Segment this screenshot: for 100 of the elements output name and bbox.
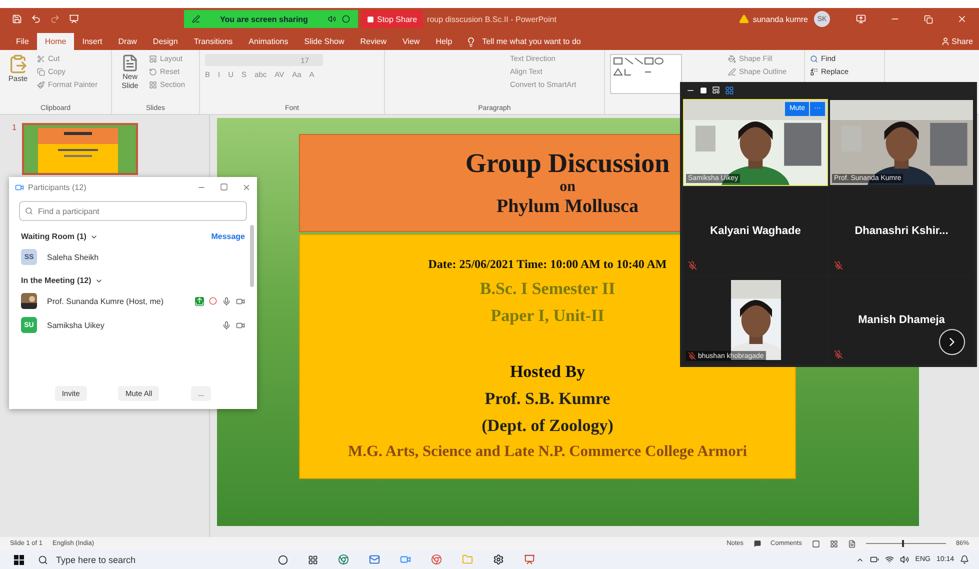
ribbon-tab[interactable]: Insert [74,33,110,50]
wifi-icon[interactable] [885,555,894,564]
grid-view-icon[interactable] [725,86,734,95]
slide-subtitle: on [560,179,576,196]
new-slide-icon[interactable] [121,54,139,72]
layout-icon [149,54,157,62]
lightbulb-icon [466,36,476,46]
video-tile[interactable]: Manish Dhameja [829,276,974,364]
slide-text: Hosted By [510,362,586,382]
normal-view-icon[interactable] [812,540,820,548]
message-link[interactable]: Message [211,232,245,241]
participant-name: Kalyani Waghade [710,225,801,238]
presentation-icon[interactable] [524,554,535,565]
ribbon-tab[interactable]: File [8,33,37,50]
screen-share-status: You are screen sharing [219,14,309,24]
participant-name: Manish Dhameja [858,314,945,326]
taskbar-search-field[interactable]: Type here to search [56,554,136,564]
microphone-off-icon [688,261,697,270]
ribbon-display-icon[interactable] [856,14,866,24]
search-icon [25,207,33,215]
browser-icon[interactable] [431,554,442,565]
slide-text: Prof. S.B. Kumre [484,389,610,409]
undo-icon[interactable] [31,14,41,24]
participant-name: Samiksha Uikey [47,320,104,330]
ribbon-tab[interactable]: Review [352,33,394,50]
screen-share-icon [195,296,204,306]
ribbon-tab[interactable]: View [394,33,428,50]
participant-name: Saleha Sheikh [47,252,99,262]
presentation-icon[interactable] [69,14,79,24]
circle-icon[interactable] [342,15,350,23]
paintbrush-icon [37,80,45,88]
scissors-icon [37,54,45,62]
close-icon[interactable] [242,182,251,192]
copy-icon [37,68,45,76]
document-title: roup disscusion B.Sc.II - PowerPoint [427,14,558,24]
ribbon-tab[interactable]: Home [36,33,74,50]
section-heading[interactable]: Waiting Room (1) [21,232,86,241]
next-page-button[interactable] [939,329,965,355]
search-icon [810,54,818,62]
browser-icon[interactable] [338,554,349,565]
camera-icon[interactable] [236,296,245,306]
tell-me-field[interactable]: Tell me what you want to do [482,37,581,46]
video-tile[interactable]: Kalyani Waghade [683,187,828,276]
notification-icon[interactable] [960,555,969,564]
stop-icon [367,16,374,22]
restore-icon[interactable] [924,14,933,24]
ribbon-tab[interactable]: Transitions [186,33,241,50]
section-heading[interactable]: In the Meeting (12) [21,276,92,285]
ribbon-tab[interactable]: Animations [240,33,296,50]
app-icon [15,182,24,192]
save-icon[interactable] [12,14,22,24]
share-button[interactable]: Share [952,37,973,46]
search-icon [38,554,48,564]
window-title: Participants (12) [28,182,86,192]
windows-icon[interactable] [14,554,24,564]
user-name[interactable]: sunanda kumre [752,14,808,24]
settings-icon[interactable] [493,554,504,565]
participant-name: Prof. Sunanda Kumre (Host, me) [47,296,164,306]
replace-icon [810,68,818,76]
camera-icon[interactable] [236,320,245,330]
stop-share-button[interactable]: Stop Share [361,10,424,28]
reading-view-icon[interactable] [848,540,856,548]
microphone-off-icon [834,350,843,359]
pen-icon [728,68,736,76]
ribbon-tab[interactable]: Design [144,33,186,50]
slide-thumbnail[interactable] [22,123,138,175]
circle-icon[interactable] [278,554,288,564]
microphone-icon[interactable] [222,320,231,330]
task-view-icon[interactable] [308,554,318,564]
video-app-icon[interactable] [400,554,411,565]
slide-text: Paper I, Unit-II [490,306,604,326]
maximize-icon[interactable] [220,182,228,190]
slide-text: Date: 25/06/2021 Time: 10:00 AM to 10:40 AM [428,257,667,272]
reset-icon [149,68,157,76]
person-icon [940,37,950,46]
battery-icon[interactable] [870,555,880,564]
slide-text: M.G. Arts, Science and Late N.P. Commerce College Armori [348,443,748,461]
video-tile[interactable]: Dhanashri Kshir... [829,187,974,276]
section-icon [149,80,157,88]
participant-search-field[interactable]: Find a participant [19,201,247,221]
ribbon-tab[interactable]: Draw [110,33,145,50]
volume-icon[interactable] [328,15,336,23]
microphone-off-icon [688,352,696,360]
shapes-gallery[interactable] [610,54,682,94]
slide-topic: Phylum Mollusca [496,196,638,218]
close-icon[interactable] [957,14,967,24]
sorter-view-icon[interactable] [830,540,838,548]
warning-icon [738,14,749,24]
strip-view-icon[interactable] [712,86,720,94]
microphone-icon[interactable] [222,296,231,306]
ribbon-tab[interactable]: Slide Show [296,33,352,50]
slide-text: B.Sc. I Semester II [480,279,616,299]
record-icon [209,297,217,305]
microphone-off-icon [834,261,843,270]
mail-icon[interactable] [369,554,380,565]
volume-icon[interactable] [900,555,910,564]
paint-bucket-icon [728,54,736,62]
ribbon-tab[interactable]: Help [428,33,460,50]
speaker-view-icon[interactable] [700,86,707,94]
zoom-slider-thumb[interactable] [902,540,904,547]
